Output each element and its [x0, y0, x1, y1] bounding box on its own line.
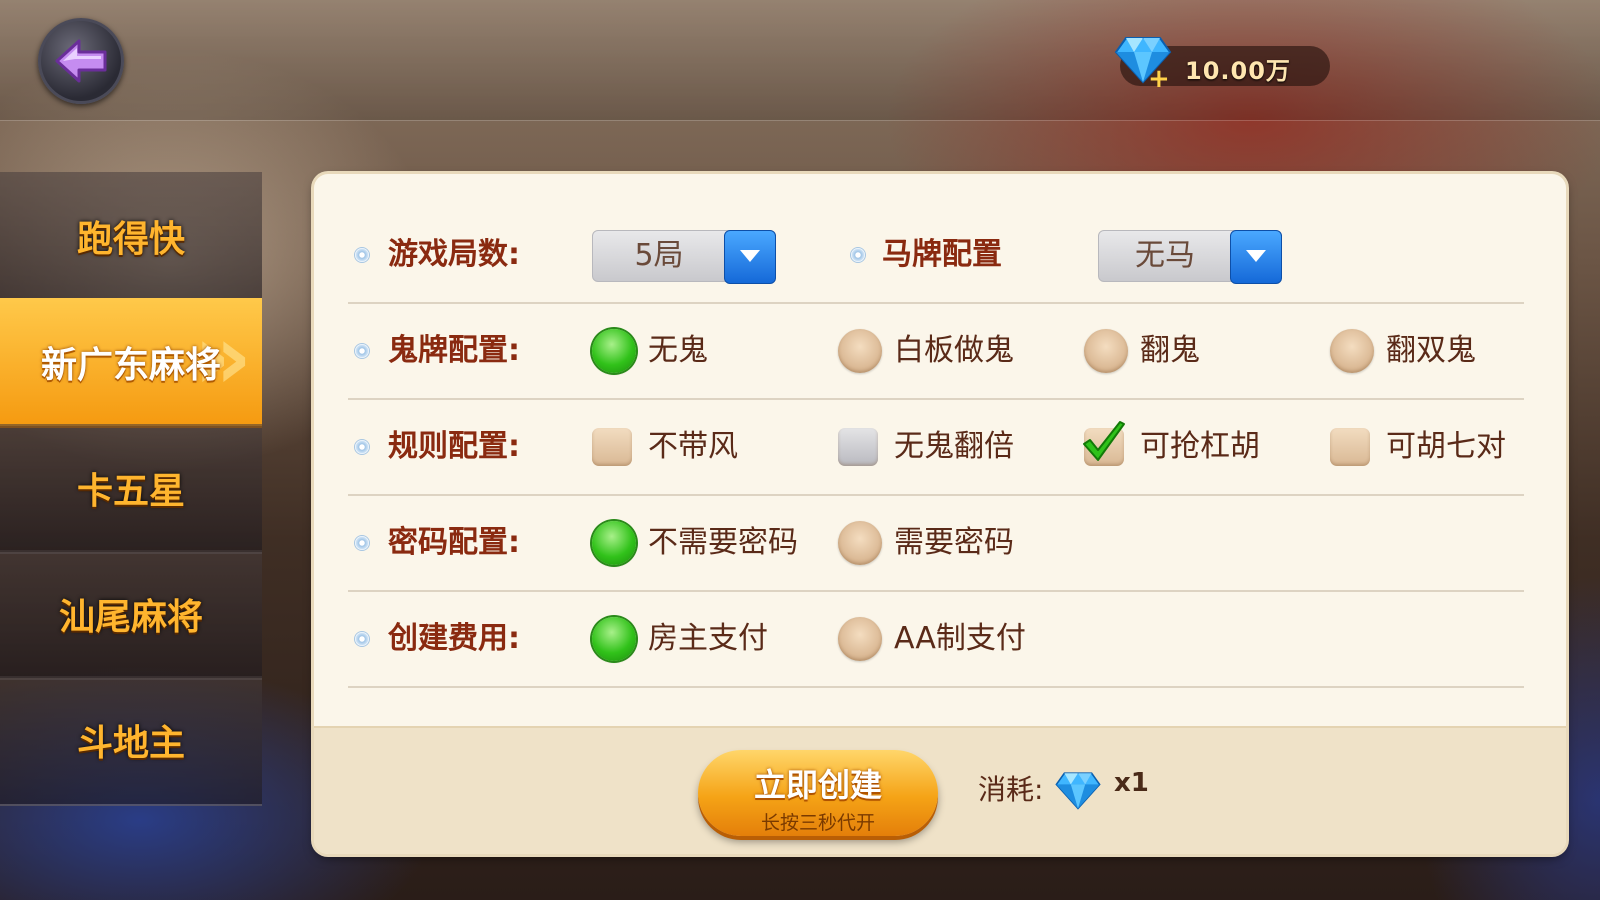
back-arrow-icon: [55, 39, 107, 83]
rounds-dropdown-button[interactable]: [724, 230, 776, 284]
option-label: AA制支付: [894, 621, 1026, 656]
checkbox-unchecked-icon[interactable]: [592, 428, 632, 466]
sidebar-item-kawuxing[interactable]: 卡五星: [0, 424, 262, 554]
rounds-value: 5局: [634, 238, 684, 273]
radio-selected-icon[interactable]: [592, 521, 636, 565]
checkbox-unchecked-icon[interactable]: [1330, 428, 1370, 466]
radio-unselected-icon[interactable]: [838, 617, 882, 661]
cost-quantity: x1: [1114, 768, 1149, 798]
checkbox-disabled-icon[interactable]: [838, 428, 878, 466]
option-label: 无鬼: [648, 333, 708, 368]
game-type-sidebar: 跑得快 » 新广东麻将 卡五星 汕尾麻将 斗地主: [0, 172, 262, 852]
option-label: 需要密码: [894, 525, 1014, 560]
bullet-icon: [354, 535, 370, 551]
room-settings-panel: 游戏局数: 5局 马牌配置 无马 鬼牌配置: 无鬼 白板做鬼 翻鬼 翻双鬼 规则…: [314, 174, 1566, 854]
option-label: 不带风: [648, 429, 738, 464]
horse-value: 无马: [1135, 238, 1195, 273]
bullet-icon: [354, 631, 370, 647]
fee-config-row: 创建费用: 房主支付 AA制支付: [348, 592, 1524, 688]
sidebar-item-label: 新广东麻将: [40, 345, 221, 386]
back-button[interactable]: [38, 18, 124, 104]
rules-config-row: 规则配置: 不带风 无鬼翻倍 可抢杠胡 可胡七对: [348, 400, 1524, 496]
panel-footer: 立即创建 长按三秒代开 消耗: x1: [314, 726, 1566, 854]
create-room-button[interactable]: 立即创建 长按三秒代开: [698, 750, 938, 836]
rounds-row: 游戏局数: 5局 马牌配置 无马: [348, 208, 1524, 304]
sidebar-item-label: 汕尾麻将: [58, 597, 203, 638]
top-bar: [0, 0, 1600, 121]
sidebar-item-paodekuai[interactable]: 跑得快: [0, 172, 262, 302]
diamond-balance[interactable]: + 10.00万: [1114, 37, 1330, 94]
create-button-sublabel: 长按三秒代开: [760, 812, 875, 834]
option-label: 不需要密码: [648, 525, 798, 560]
checkbox-checked-icon[interactable]: [1083, 421, 1125, 466]
bullet-icon: [850, 247, 866, 263]
radio-selected-icon[interactable]: [592, 329, 636, 373]
option-label: 可胡七对: [1386, 429, 1506, 464]
option-label: 白板做鬼: [894, 333, 1014, 368]
option-label: 房主支付: [648, 621, 768, 656]
radio-unselected-icon[interactable]: [838, 329, 882, 373]
chevron-down-icon: [1246, 250, 1266, 262]
bullet-icon: [354, 439, 370, 455]
sidebar-item-label: 跑得快: [76, 219, 185, 260]
sidebar-item-doudizhu[interactable]: 斗地主: [0, 676, 262, 806]
option-label: 无鬼翻倍: [894, 429, 1014, 464]
sidebar-item-label: 斗地主: [76, 723, 185, 764]
radio-unselected-icon[interactable]: [1330, 329, 1374, 373]
horse-label: 马牌配置: [882, 237, 1002, 272]
rounds-label: 游戏局数:: [388, 237, 520, 272]
rounds-dropdown[interactable]: 5局: [592, 230, 776, 284]
radio-unselected-icon[interactable]: [1084, 329, 1128, 373]
add-diamond-icon[interactable]: +: [1148, 64, 1170, 94]
cost-label: 消耗:: [978, 773, 1044, 806]
option-label: 翻双鬼: [1386, 333, 1476, 368]
diamond-icon: [1055, 772, 1101, 810]
horse-dropdown[interactable]: 无马: [1098, 230, 1282, 284]
sidebar-item-label: 卡五星: [76, 471, 185, 512]
fee-config-label: 创建费用:: [388, 621, 520, 656]
rules-config-label: 规则配置:: [388, 429, 520, 464]
password-config-row: 密码配置: 不需要密码 需要密码: [348, 496, 1524, 592]
chevron-down-icon: [740, 250, 760, 262]
sidebar-item-xinguangdong-mahjong[interactable]: » 新广东麻将: [0, 298, 262, 428]
radio-selected-icon[interactable]: [592, 617, 636, 661]
ghost-config-label: 鬼牌配置:: [388, 333, 520, 368]
bullet-icon: [354, 247, 370, 263]
sidebar-item-shanwei-mahjong[interactable]: 汕尾麻将: [0, 550, 262, 680]
checkmark-icon: [1083, 421, 1125, 461]
horse-dropdown-button[interactable]: [1230, 230, 1282, 284]
option-label: 可抢杠胡: [1140, 429, 1260, 464]
ghost-config-row: 鬼牌配置: 无鬼 白板做鬼 翻鬼 翻双鬼: [348, 304, 1524, 400]
create-button-label: 立即创建: [753, 766, 882, 804]
option-label: 翻鬼: [1140, 333, 1200, 368]
bullet-icon: [354, 343, 370, 359]
radio-unselected-icon[interactable]: [838, 521, 882, 565]
password-config-label: 密码配置:: [388, 525, 520, 560]
diamond-amount: 10.00万: [1185, 57, 1291, 85]
